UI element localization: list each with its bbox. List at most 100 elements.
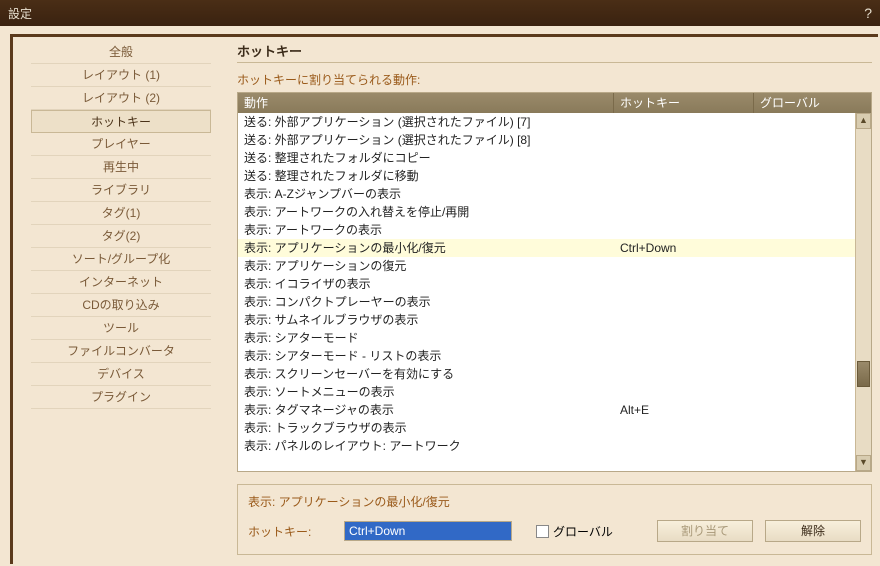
cell-hotkey bbox=[614, 275, 754, 293]
cell-hotkey bbox=[614, 419, 754, 437]
cell-action: 表示: スクリーンセーバーを有効にする bbox=[238, 365, 614, 383]
col-hotkey[interactable]: ホットキー bbox=[614, 93, 754, 113]
sidebar-item[interactable]: ツール bbox=[31, 317, 211, 340]
cell-action: 表示: アートワークの入れ替えを停止/再開 bbox=[238, 203, 614, 221]
hotkey-label: ホットキー: bbox=[248, 523, 344, 540]
cell-hotkey bbox=[614, 437, 754, 455]
cell-hotkey: Alt+E bbox=[614, 401, 754, 419]
sidebar-item[interactable]: レイアウト (1) bbox=[31, 64, 211, 87]
cell-action: 送る: 整理されたフォルダにコピー bbox=[238, 149, 614, 167]
title-bar: 設定 ? bbox=[0, 0, 880, 26]
cell-hotkey bbox=[614, 365, 754, 383]
detail-title: 表示: アプリケーションの最小化/復元 bbox=[248, 493, 861, 510]
table-row[interactable]: 送る: 外部アプリケーション (選択されたファイル) [8] bbox=[238, 131, 855, 149]
help-icon[interactable]: ? bbox=[864, 5, 872, 21]
sidebar-item[interactable]: ファイルコンバータ bbox=[31, 340, 211, 363]
cell-action: 表示: イコライザの表示 bbox=[238, 275, 614, 293]
cell-hotkey bbox=[614, 203, 754, 221]
cell-action: 送る: 整理されたフォルダに移動 bbox=[238, 167, 614, 185]
cell-global bbox=[754, 419, 855, 437]
sidebar-item[interactable]: プラグイン bbox=[31, 386, 211, 409]
sidebar-item[interactable]: ソート/グループ化 bbox=[31, 248, 211, 271]
cell-hotkey bbox=[614, 293, 754, 311]
cell-global bbox=[754, 113, 855, 131]
sidebar-item[interactable]: レイアウト (2) bbox=[31, 87, 211, 110]
cell-hotkey bbox=[614, 257, 754, 275]
table-row[interactable]: 表示: タグマネージャの表示Alt+E bbox=[238, 401, 855, 419]
scroll-down-icon[interactable]: ▼ bbox=[856, 455, 871, 471]
hotkey-table: 動作 ホットキー グローバル 送る: 外部アプリケーション (選択されたファイル… bbox=[237, 92, 872, 472]
sidebar-item[interactable]: CDの取り込み bbox=[31, 294, 211, 317]
hotkey-input[interactable] bbox=[344, 521, 512, 541]
cell-global bbox=[754, 239, 855, 257]
sidebar-item[interactable]: ホットキー bbox=[31, 110, 211, 133]
table-body: 送る: 外部アプリケーション (選択されたファイル) [7]送る: 外部アプリケ… bbox=[238, 113, 855, 471]
table-row[interactable]: 送る: 整理されたフォルダにコピー bbox=[238, 149, 855, 167]
table-row[interactable]: 表示: A-Zジャンプバーの表示 bbox=[238, 185, 855, 203]
cell-hotkey bbox=[614, 149, 754, 167]
table-row[interactable]: 送る: 外部アプリケーション (選択されたファイル) [7] bbox=[238, 113, 855, 131]
cell-action: 送る: 外部アプリケーション (選択されたファイル) [8] bbox=[238, 131, 614, 149]
cell-global bbox=[754, 131, 855, 149]
table-row[interactable]: 表示: アートワークの入れ替えを停止/再開 bbox=[238, 203, 855, 221]
table-row[interactable]: 表示: サムネイルブラウザの表示 bbox=[238, 311, 855, 329]
col-action[interactable]: 動作 bbox=[238, 93, 614, 113]
cell-hotkey bbox=[614, 167, 754, 185]
table-row[interactable]: 表示: シアターモード - リストの表示 bbox=[238, 347, 855, 365]
table-row[interactable]: 表示: シアターモード bbox=[238, 329, 855, 347]
sidebar-item[interactable]: デバイス bbox=[31, 363, 211, 386]
assign-button[interactable]: 割り当て bbox=[657, 520, 753, 542]
cell-hotkey bbox=[614, 185, 754, 203]
cell-action: 表示: ソートメニューの表示 bbox=[238, 383, 614, 401]
table-row[interactable]: 表示: アプリケーションの最小化/復元Ctrl+Down bbox=[238, 239, 855, 257]
cell-action: 表示: シアターモード bbox=[238, 329, 614, 347]
table-header: 動作 ホットキー グローバル bbox=[238, 93, 871, 113]
cell-hotkey bbox=[614, 347, 754, 365]
scroll-up-icon[interactable]: ▲ bbox=[856, 113, 871, 129]
clear-button[interactable]: 解除 bbox=[765, 520, 861, 542]
cell-hotkey bbox=[614, 113, 754, 131]
cell-action: 表示: コンパクトプレーヤーの表示 bbox=[238, 293, 614, 311]
cell-hotkey bbox=[614, 311, 754, 329]
cell-global bbox=[754, 293, 855, 311]
cell-global bbox=[754, 167, 855, 185]
sidebar-item[interactable]: インターネット bbox=[31, 271, 211, 294]
table-row[interactable]: 表示: スクリーンセーバーを有効にする bbox=[238, 365, 855, 383]
global-checkbox-label: グローバル bbox=[553, 523, 613, 540]
sidebar-item[interactable]: 再生中 bbox=[31, 156, 211, 179]
section-subtitle: ホットキーに割り当てられる動作: bbox=[237, 71, 872, 88]
cell-global bbox=[754, 401, 855, 419]
sidebar-item[interactable]: タグ(1) bbox=[31, 202, 211, 225]
table-row[interactable]: 表示: イコライザの表示 bbox=[238, 275, 855, 293]
cell-action: 送る: 外部アプリケーション (選択されたファイル) [7] bbox=[238, 113, 614, 131]
table-row[interactable]: 表示: パネルのレイアウト: アートワーク bbox=[238, 437, 855, 455]
scroll-thumb[interactable] bbox=[857, 361, 870, 387]
table-row[interactable]: 表示: アプリケーションの復元 bbox=[238, 257, 855, 275]
sidebar-item[interactable]: プレイヤー bbox=[31, 133, 211, 156]
cell-global bbox=[754, 221, 855, 239]
detail-box: 表示: アプリケーションの最小化/復元 ホットキー: グローバル 割り当て 解除 bbox=[237, 484, 872, 555]
table-row[interactable]: 表示: コンパクトプレーヤーの表示 bbox=[238, 293, 855, 311]
sidebar-item[interactable]: 全般 bbox=[31, 41, 211, 64]
cell-global bbox=[754, 257, 855, 275]
sidebar: 全般レイアウト (1)レイアウト (2)ホットキープレイヤー再生中ライブラリタグ… bbox=[31, 41, 211, 409]
cell-global bbox=[754, 149, 855, 167]
cell-global bbox=[754, 329, 855, 347]
col-global[interactable]: グローバル bbox=[754, 93, 871, 113]
table-row[interactable]: 表示: ソートメニューの表示 bbox=[238, 383, 855, 401]
content-panel: ホットキー ホットキーに割り当てられる動作: 動作 ホットキー グローバル 送る… bbox=[237, 41, 872, 560]
cell-action: 表示: トラックブラウザの表示 bbox=[238, 419, 614, 437]
sidebar-item[interactable]: タグ(2) bbox=[31, 225, 211, 248]
sidebar-item[interactable]: ライブラリ bbox=[31, 179, 211, 202]
table-row[interactable]: 表示: トラックブラウザの表示 bbox=[238, 419, 855, 437]
table-row[interactable]: 表示: アートワークの表示 bbox=[238, 221, 855, 239]
global-checkbox[interactable] bbox=[536, 525, 549, 538]
cell-action: 表示: アートワークの表示 bbox=[238, 221, 614, 239]
scrollbar[interactable]: ▲ ▼ bbox=[855, 113, 871, 471]
cell-global bbox=[754, 365, 855, 383]
section-title: ホットキー bbox=[237, 41, 872, 63]
table-row[interactable]: 送る: 整理されたフォルダに移動 bbox=[238, 167, 855, 185]
cell-action: 表示: シアターモード - リストの表示 bbox=[238, 347, 614, 365]
cell-action: 表示: パネルのレイアウト: アートワーク bbox=[238, 437, 614, 455]
cell-action: 表示: アプリケーションの最小化/復元 bbox=[238, 239, 614, 257]
